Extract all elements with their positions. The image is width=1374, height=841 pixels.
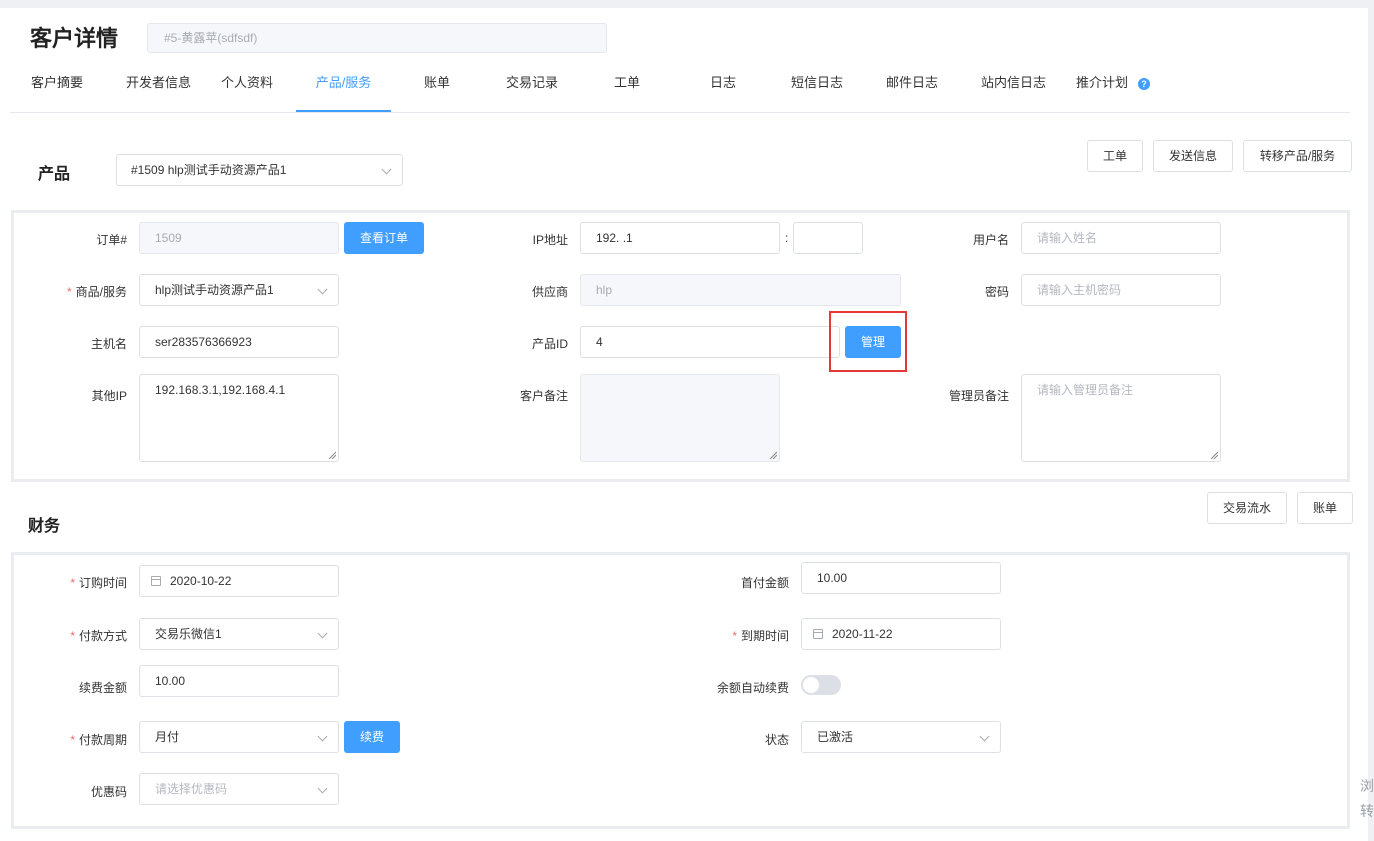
tab-referral-label: 推介计划 [1076,75,1129,90]
toggle-knob [803,677,819,693]
payment-cycle-label: * 付款周期 [70,733,127,747]
password-input[interactable]: 请输入主机密码 [1021,274,1221,306]
goods-label-text: 商品/服务 [75,285,127,299]
payment-method-label-text: 付款方式 [78,629,127,643]
calendar-icon [151,576,161,586]
product-id-label: 产品ID [531,337,568,351]
side-watermark-2: 转 [1360,803,1374,819]
password-label: 密码 [984,285,1009,299]
renew-button[interactable]: 续费 [344,721,400,753]
other-ip-label: 其他IP [91,389,127,403]
admin-note-textarea[interactable]: 请输入管理员备注 [1021,374,1221,462]
chevron-down-icon [317,783,328,794]
calendar-icon [813,629,823,639]
tab-developer[interactable]: 开发者信息 [126,62,191,112]
highlight-box [829,311,907,372]
payment-cycle-value: 月付 [155,730,180,744]
order-time-value: 2020-10-22 [170,574,232,588]
tab-referral[interactable]: 推介计划? [1076,62,1151,112]
resize-handle-icon[interactable] [328,451,336,459]
renew-amount-input[interactable]: 10.00 [139,665,339,697]
first-payment-input[interactable]: 10.00 [801,562,1001,594]
product-selector[interactable]: #1509 hlp测试手动资源产品1 [116,154,403,186]
chevron-down-icon [381,164,392,175]
hostname-input[interactable]: ser283576366923 [139,326,339,358]
tab-sms-logs[interactable]: 短信日志 [791,62,843,112]
goods-select-value: hlp测试手动资源产品1 [155,283,274,297]
resize-handle-icon [769,451,777,459]
order-time-label: * 订购时间 [70,576,127,590]
port-separator: : [785,231,789,245]
payment-method-value: 交易乐微信1 [155,627,222,641]
tab-bills[interactable]: 账单 [424,62,450,112]
customer-id-field: #5-黄露苹(sdfsdf) [147,23,607,53]
product-selector-value: #1509 hlp测试手动资源产品1 [131,163,287,177]
tab-message-logs[interactable]: 站内信日志 [981,62,1046,112]
transaction-flow-button[interactable]: 交易流水 [1207,492,1287,524]
username-label: 用户名 [972,233,1009,247]
tab-profile[interactable]: 个人资料 [221,62,273,112]
tab-logs[interactable]: 日志 [710,62,736,112]
tab-bar: 客户摘要 开发者信息 个人资料 产品/服务 账单 交易记录 工单 日志 短信日志… [10,62,1350,113]
chevron-down-icon [317,628,328,639]
renew-amount-label: 续费金额 [78,681,127,695]
bill-button[interactable]: 账单 [1297,492,1353,524]
coupon-placeholder: 请选择优惠码 [155,782,228,796]
chevron-down-icon [317,284,328,295]
side-watermark-1: 浏 [1360,778,1374,794]
order-time-picker[interactable]: 2020-10-22 [139,565,339,597]
finance-section-label: 财务 [28,518,61,535]
ip-input[interactable]: 192. .1 [580,222,780,254]
tab-tickets[interactable]: 工单 [614,62,640,112]
coupon-select[interactable]: 请选择优惠码 [139,773,339,805]
due-date-label-text: 到期时间 [740,629,789,643]
send-message-button[interactable]: 发送信息 [1153,140,1233,172]
goods-label: * 商品/服务 [66,285,127,299]
supplier-label: 供应商 [531,285,568,299]
status-select[interactable]: 已激活 [801,721,1001,753]
payment-method-label: * 付款方式 [70,629,127,643]
chevron-down-icon [317,731,328,742]
admin-note-placeholder: 请输入管理员备注 [1037,383,1134,397]
customer-note-label: 客户备注 [519,389,568,403]
ticket-button[interactable]: 工单 [1087,140,1143,172]
order-label: 订单# [96,233,127,247]
order-time-label-text: 订购时间 [78,576,127,590]
status-label: 状态 [764,733,789,747]
first-payment-label: 首付金额 [740,576,789,590]
due-date-label: * 到期时间 [732,629,789,643]
port-input[interactable] [793,222,863,254]
resize-handle-icon[interactable] [1210,451,1218,459]
help-icon[interactable]: ? [1138,77,1151,90]
auto-renew-toggle[interactable] [801,675,841,695]
auto-renew-label: 余额自动续费 [716,681,789,695]
supplier-field: hlp [580,274,901,306]
product-id-input[interactable]: 4 [580,326,840,358]
due-date-value: 2020-11-22 [832,627,893,641]
goods-select[interactable]: hlp测试手动资源产品1 [139,274,339,306]
customer-note-textarea [580,374,780,462]
coupon-label: 优惠码 [90,785,127,799]
payment-method-select[interactable]: 交易乐微信1 [139,618,339,650]
tab-transactions[interactable]: 交易记录 [506,62,558,112]
admin-note-label: 管理员备注 [948,389,1009,403]
ip-label: IP地址 [532,233,568,247]
hostname-label: 主机名 [90,337,127,351]
payment-cycle-label-text: 付款周期 [78,733,127,747]
transfer-product-button[interactable]: 转移产品/服务 [1243,140,1352,172]
due-date-picker[interactable]: 2020-11-22 [801,618,1001,650]
tab-email-logs[interactable]: 邮件日志 [886,62,938,112]
order-number-field: 1509 [139,222,339,254]
payment-cycle-select[interactable]: 月付 [139,721,339,753]
status-value: 已激活 [817,730,854,744]
username-input[interactable]: 请输入姓名 [1021,222,1221,254]
other-ip-textarea[interactable]: 192.168.3.1,192.168.4.1 [139,374,339,462]
view-order-button[interactable]: 查看订单 [344,222,424,254]
other-ip-value: 192.168.3.1,192.168.4.1 [155,383,286,397]
tab-products[interactable]: 产品/服务 [296,62,391,112]
page-title: 客户详情 [30,26,119,51]
tab-summary[interactable]: 客户摘要 [31,62,83,112]
product-section-label: 产品 [38,166,71,183]
chevron-down-icon [979,731,990,742]
